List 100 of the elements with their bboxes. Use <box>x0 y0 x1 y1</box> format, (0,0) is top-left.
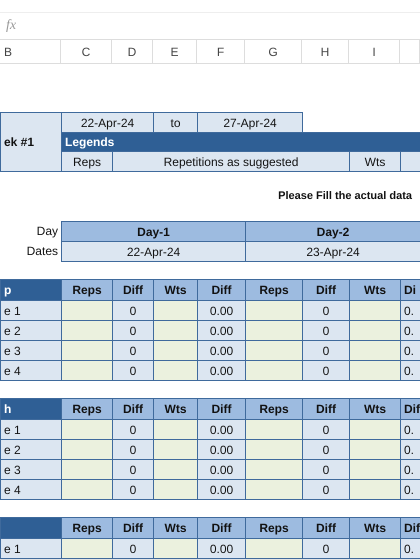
column-heading: Reps <box>245 517 303 539</box>
column-heading: Diff <box>112 398 154 420</box>
column-header[interactable]: F <box>197 40 245 63</box>
table-cell: 0. <box>400 360 420 381</box>
input-cell[interactable] <box>61 360 113 381</box>
table-cell: 0 <box>302 459 350 480</box>
date-cell: 22-Apr-24 <box>61 241 246 262</box>
table-cell <box>400 151 420 172</box>
row-label: e 2 <box>0 320 62 341</box>
table-cell: 0.00 <box>197 340 246 361</box>
end-date-cell: 27-Apr-24 <box>197 112 303 133</box>
input-cell[interactable] <box>153 320 198 341</box>
input-cell[interactable] <box>153 459 198 480</box>
column-header[interactable]: D <box>112 40 153 63</box>
table-cell: 0 <box>302 439 350 460</box>
table-cell: 0. <box>400 300 420 321</box>
table-cell: 0. <box>400 459 420 480</box>
input-cell[interactable] <box>61 320 113 341</box>
section-header: h <box>0 398 62 420</box>
input-cell[interactable] <box>245 459 303 480</box>
input-cell[interactable] <box>153 479 198 500</box>
input-cell[interactable] <box>61 538 113 559</box>
table-cell: 0.00 <box>197 459 246 480</box>
column-header[interactable]: H <box>302 40 349 63</box>
column-heading: Wts <box>153 279 198 301</box>
input-cell[interactable] <box>245 320 303 341</box>
input-cell[interactable] <box>245 439 303 460</box>
input-cell[interactable] <box>153 419 198 440</box>
column-heading: Wts <box>349 398 401 420</box>
legend-key: Reps <box>61 151 113 172</box>
input-cell[interactable] <box>349 459 401 480</box>
table-cell: 0.00 <box>197 419 246 440</box>
table-cell: 0 <box>112 459 154 480</box>
table-cell: 0 <box>112 320 154 341</box>
table-cell: 0 <box>112 419 154 440</box>
input-cell[interactable] <box>153 538 198 559</box>
table-cell: 0 <box>112 300 154 321</box>
table-cell: 0 <box>112 360 154 381</box>
input-cell[interactable] <box>245 300 303 321</box>
fx-label: fx <box>6 18 16 34</box>
input-cell[interactable] <box>349 419 401 440</box>
input-cell[interactable] <box>349 360 401 381</box>
column-heading: Di <box>400 279 420 301</box>
column-heading: Diff <box>302 517 350 539</box>
input-cell[interactable] <box>61 300 113 321</box>
column-heading: Diff <box>302 279 350 301</box>
input-cell[interactable] <box>349 320 401 341</box>
column-heading: Dif <box>400 517 420 539</box>
column-heading: Diff <box>197 517 246 539</box>
column-header[interactable]: E <box>153 40 197 63</box>
column-heading: Reps <box>245 279 303 301</box>
table-cell: 0. <box>400 538 420 559</box>
start-date-cell: 22-Apr-24 <box>61 112 154 133</box>
row-label: e 1 <box>0 538 62 559</box>
table-cell: 0 <box>302 419 350 440</box>
column-heading: Reps <box>61 279 113 301</box>
notice-text: Please Fill the actual data <box>277 188 413 204</box>
input-cell[interactable] <box>245 419 303 440</box>
row-label: e 3 <box>0 459 62 480</box>
column-heading: Wts <box>349 517 401 539</box>
table-cell: 0. <box>400 479 420 500</box>
column-heading: Diff <box>112 279 154 301</box>
input-cell[interactable] <box>61 419 113 440</box>
table-cell: 0 <box>302 320 350 341</box>
table-cell: 0 <box>302 538 350 559</box>
column-header[interactable]: C <box>61 40 112 63</box>
input-cell[interactable] <box>245 340 303 361</box>
input-cell[interactable] <box>245 360 303 381</box>
table-cell: 0 <box>302 340 350 361</box>
column-header[interactable]: I <box>349 40 400 63</box>
column-header[interactable]: G <box>245 40 302 63</box>
input-cell[interactable] <box>349 538 401 559</box>
legend-description: Repetitions as suggested <box>112 151 350 172</box>
input-cell[interactable] <box>153 360 198 381</box>
input-cell[interactable] <box>245 538 303 559</box>
input-cell[interactable] <box>349 439 401 460</box>
table-cell: 0.00 <box>197 538 246 559</box>
day-label: Day <box>36 223 59 240</box>
section-header: p <box>0 279 62 301</box>
row-label: e 4 <box>0 479 62 500</box>
input-cell[interactable] <box>61 439 113 460</box>
day-header: Day-2 <box>245 221 420 242</box>
input-cell[interactable] <box>61 340 113 361</box>
row-label: e 3 <box>0 340 62 361</box>
input-cell[interactable] <box>61 459 113 480</box>
input-cell[interactable] <box>153 439 198 460</box>
input-cell[interactable] <box>153 340 198 361</box>
column-heading: Diff <box>197 279 246 301</box>
column-heading: Wts <box>153 517 198 539</box>
input-cell[interactable] <box>61 479 113 500</box>
input-cell[interactable] <box>153 300 198 321</box>
table-cell: 0 <box>112 479 154 500</box>
input-cell[interactable] <box>245 479 303 500</box>
section-header <box>0 517 62 539</box>
input-cell[interactable] <box>349 479 401 500</box>
column-header[interactable]: B <box>0 40 61 63</box>
table-cell: 0. <box>400 340 420 361</box>
input-cell[interactable] <box>349 340 401 361</box>
input-cell[interactable] <box>349 300 401 321</box>
column-heading: Diff <box>197 398 246 420</box>
